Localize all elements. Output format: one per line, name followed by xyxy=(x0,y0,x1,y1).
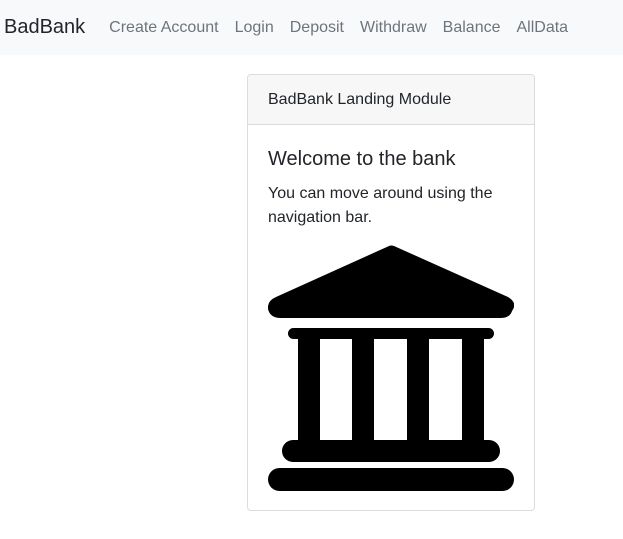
nav-link-create-account[interactable]: Create Account xyxy=(101,19,226,37)
nav-link-withdraw[interactable]: Withdraw xyxy=(352,19,435,37)
landing-card: BadBank Landing Module Welcome to the ba… xyxy=(247,74,535,511)
navbar: BadBank Create Account Login Deposit Wit… xyxy=(0,0,623,55)
bank-building-icon xyxy=(268,245,514,491)
nav-link-alldata[interactable]: AllData xyxy=(509,19,577,37)
nav-link-balance[interactable]: Balance xyxy=(435,19,509,37)
card-body: Welcome to the bank You can move around … xyxy=(248,125,534,230)
card-text: You can move around using the navigation… xyxy=(268,185,493,226)
nav-link-deposit[interactable]: Deposit xyxy=(282,19,352,37)
nav-link-login[interactable]: Login xyxy=(227,19,282,37)
card-header: BadBank Landing Module xyxy=(248,75,534,125)
nav-links: Create Account Login Deposit Withdraw Ba… xyxy=(101,19,576,37)
brand-link[interactable]: BadBank xyxy=(4,16,85,39)
card-title: Welcome to the bank xyxy=(268,148,456,170)
